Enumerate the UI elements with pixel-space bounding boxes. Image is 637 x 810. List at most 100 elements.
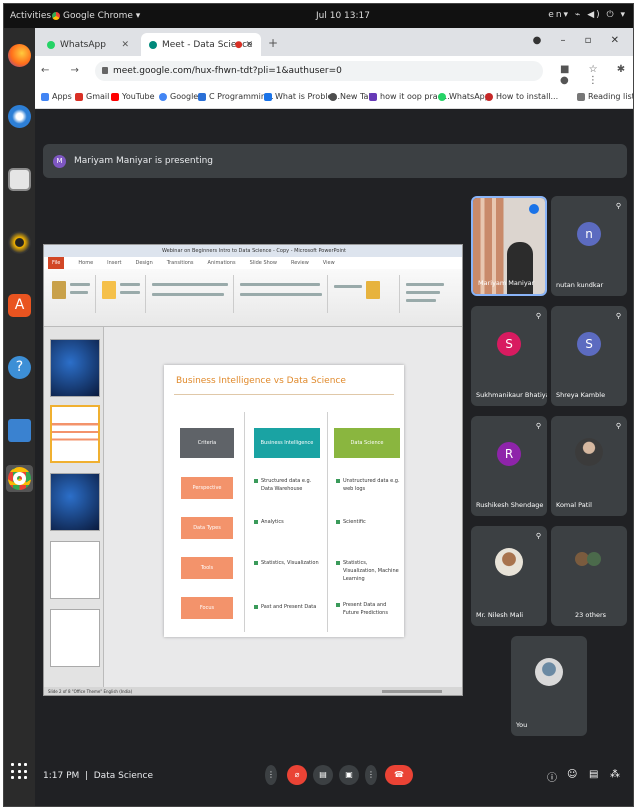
captions-button[interactable]: ▤ bbox=[313, 765, 333, 785]
close-tab-icon[interactable]: ✕ bbox=[121, 40, 129, 50]
mic-muted-icon: ⚲ bbox=[615, 312, 621, 320]
software-center-icon[interactable]: A bbox=[8, 294, 31, 317]
chat-icon[interactable]: ▤ bbox=[589, 769, 598, 780]
slide-thumbnail[interactable] bbox=[50, 405, 100, 463]
ds-bullet: Scientific bbox=[336, 518, 402, 526]
zoom-slider[interactable] bbox=[382, 690, 442, 693]
participant-tile[interactable]: ⚲ R Rushikesh Shendage bbox=[471, 416, 547, 516]
speaking-indicator-icon bbox=[529, 204, 539, 214]
participant-name: Rushikesh Shendage bbox=[476, 501, 544, 509]
present-button[interactable]: ▣ bbox=[339, 765, 359, 785]
globe-icon bbox=[329, 92, 337, 101]
chrome-icon bbox=[52, 12, 60, 20]
oop-icon bbox=[369, 92, 377, 101]
c-programming-icon bbox=[198, 92, 206, 101]
more-small-icon[interactable]: ⋮ bbox=[265, 765, 277, 785]
lock-icon bbox=[102, 67, 108, 74]
shared-screen[interactable]: Webinar on Beginners Intro to Data Scien… bbox=[43, 244, 463, 696]
slide-title: Business Intelligence vs Data Science bbox=[176, 376, 346, 386]
reading-list[interactable]: Reading list bbox=[577, 92, 633, 101]
gmail-icon bbox=[75, 92, 83, 101]
meet-favicon-icon bbox=[149, 40, 157, 49]
bookmark-google[interactable]: Google bbox=[159, 92, 198, 101]
system-clock[interactable]: Jul 10 13:17 bbox=[316, 11, 370, 21]
presenting-banner: M Mariyam Maniyar is presenting bbox=[43, 144, 627, 178]
youtube-icon bbox=[111, 92, 119, 101]
more-options-button[interactable]: ⋮ bbox=[365, 765, 377, 785]
thunderbird-icon[interactable] bbox=[8, 105, 31, 128]
participant-photo bbox=[535, 658, 563, 686]
criteria-box: Tools bbox=[181, 557, 233, 579]
participant-name: Mariyam Maniyar bbox=[478, 279, 535, 287]
whatsapp-favicon-icon bbox=[47, 40, 55, 49]
slide-thumbnail[interactable] bbox=[50, 473, 100, 531]
participant-avatar: R bbox=[497, 442, 521, 466]
participant-tile[interactable]: ⚲ S Shreya Kamble bbox=[551, 306, 627, 406]
ppt-status-bar: Slide 2 of 8 "Office Theme" English (Ind… bbox=[44, 687, 462, 695]
info-icon[interactable]: ⓘ bbox=[547, 769, 557, 784]
firefox-icon[interactable] bbox=[8, 44, 31, 67]
participant-photo bbox=[575, 438, 603, 466]
files-icon[interactable] bbox=[8, 168, 31, 191]
recording-close-icon[interactable]: ● ✕ bbox=[235, 40, 253, 50]
system-top-bar: Activities Google Chrome ▾ Jul 10 13:17 … bbox=[4, 4, 633, 28]
status-icons[interactable]: en▾ ⌁ ◀) ⏻ ▾ bbox=[548, 10, 627, 20]
ribbon-tab: Animations bbox=[207, 260, 236, 266]
rhythmbox-icon[interactable] bbox=[8, 231, 31, 254]
bi-bullet: Analytics bbox=[254, 518, 324, 526]
address-bar[interactable]: meet.google.com/hux-fhwn-tdt?pli=1&authu… bbox=[95, 61, 543, 81]
document-icon[interactable] bbox=[8, 419, 31, 442]
others-avatars bbox=[587, 552, 601, 566]
criteria-box: Data Types bbox=[181, 517, 233, 539]
self-tile[interactable]: You bbox=[511, 636, 587, 736]
bookmark-how-to-install[interactable]: How to install... bbox=[485, 92, 558, 101]
slide-thumbnail[interactable] bbox=[50, 541, 100, 599]
ribbon-group-drawing bbox=[330, 275, 400, 313]
bookmark-new-tab[interactable]: New Tab bbox=[329, 92, 374, 101]
mic-muted-icon: ⚲ bbox=[535, 312, 541, 320]
bookmark-whatsapp[interactable]: WhatsApp bbox=[438, 92, 490, 101]
activities-button[interactable]: Activities bbox=[10, 11, 51, 21]
ribbon-tab: Review bbox=[290, 260, 309, 266]
mic-off-button[interactable]: ⌀ bbox=[287, 765, 307, 785]
title-divider bbox=[174, 394, 394, 395]
participant-avatar: n bbox=[577, 222, 601, 246]
participant-tile[interactable]: Mariyam Maniyar bbox=[471, 196, 547, 296]
app-menu[interactable]: Google Chrome ▾ bbox=[52, 11, 140, 21]
bookmark-youtube[interactable]: YouTube bbox=[111, 92, 155, 101]
slide-thumbnail[interactable] bbox=[50, 609, 100, 667]
help-icon[interactable]: ? bbox=[8, 356, 31, 379]
slide-thumbnail[interactable] bbox=[50, 339, 100, 397]
bookmark-c-programming[interactable]: C Programmin... bbox=[198, 92, 274, 101]
tab-whatsapp[interactable]: WhatsApp ✕ bbox=[39, 33, 137, 56]
column-divider bbox=[327, 412, 328, 632]
participant-tile[interactable]: ⚲ n nutan kundkar bbox=[551, 196, 627, 296]
people-icon[interactable]: ☺ bbox=[567, 769, 577, 780]
others-count: 23 others bbox=[575, 611, 607, 619]
desktop: Activities Google Chrome ▾ Jul 10 13:17 … bbox=[3, 3, 634, 807]
show-applications-icon[interactable] bbox=[11, 763, 28, 780]
bookmark-gmail[interactable]: Gmail bbox=[75, 92, 109, 101]
leave-call-button[interactable]: ☎ bbox=[385, 765, 413, 785]
participant-tile[interactable]: ⚲ Komal Patil bbox=[551, 416, 627, 516]
participant-tile[interactable]: ⚲ Mr. Nilesh Mali bbox=[471, 526, 547, 626]
meeting-time: 1:17 PM | Data Science bbox=[43, 771, 153, 781]
others-tile[interactable]: 23 others bbox=[551, 526, 627, 626]
ubuntu-dock: A ? bbox=[4, 28, 35, 806]
ribbon-group-font bbox=[148, 275, 234, 313]
participant-avatar: S bbox=[577, 332, 601, 356]
participant-tile[interactable]: ⚲ S Sukhmanikaur Bhatiya bbox=[471, 306, 547, 406]
slide-thumbnails bbox=[44, 327, 104, 687]
tab-meet[interactable]: Meet - Data Science ● ✕ bbox=[141, 33, 261, 56]
new-tab-button[interactable]: + bbox=[268, 36, 278, 50]
slide-canvas: Business Intelligence vs Data Science Cr… bbox=[104, 327, 462, 687]
bookmark-apps[interactable]: Apps bbox=[41, 92, 72, 101]
activities-icon[interactable]: ⁂ bbox=[610, 769, 620, 780]
participant-name: Shreya Kamble bbox=[556, 391, 606, 399]
google-icon bbox=[159, 92, 167, 101]
extension-icons[interactable]: ■ ☆ ✱ ● ⋮ bbox=[560, 64, 633, 86]
window-controls[interactable]: ● – ▫ ✕ bbox=[533, 35, 627, 46]
participant-name: nutan kundkar bbox=[556, 281, 604, 289]
ribbon-tab: Design bbox=[135, 260, 153, 266]
mic-muted-icon: ⚲ bbox=[615, 422, 621, 430]
